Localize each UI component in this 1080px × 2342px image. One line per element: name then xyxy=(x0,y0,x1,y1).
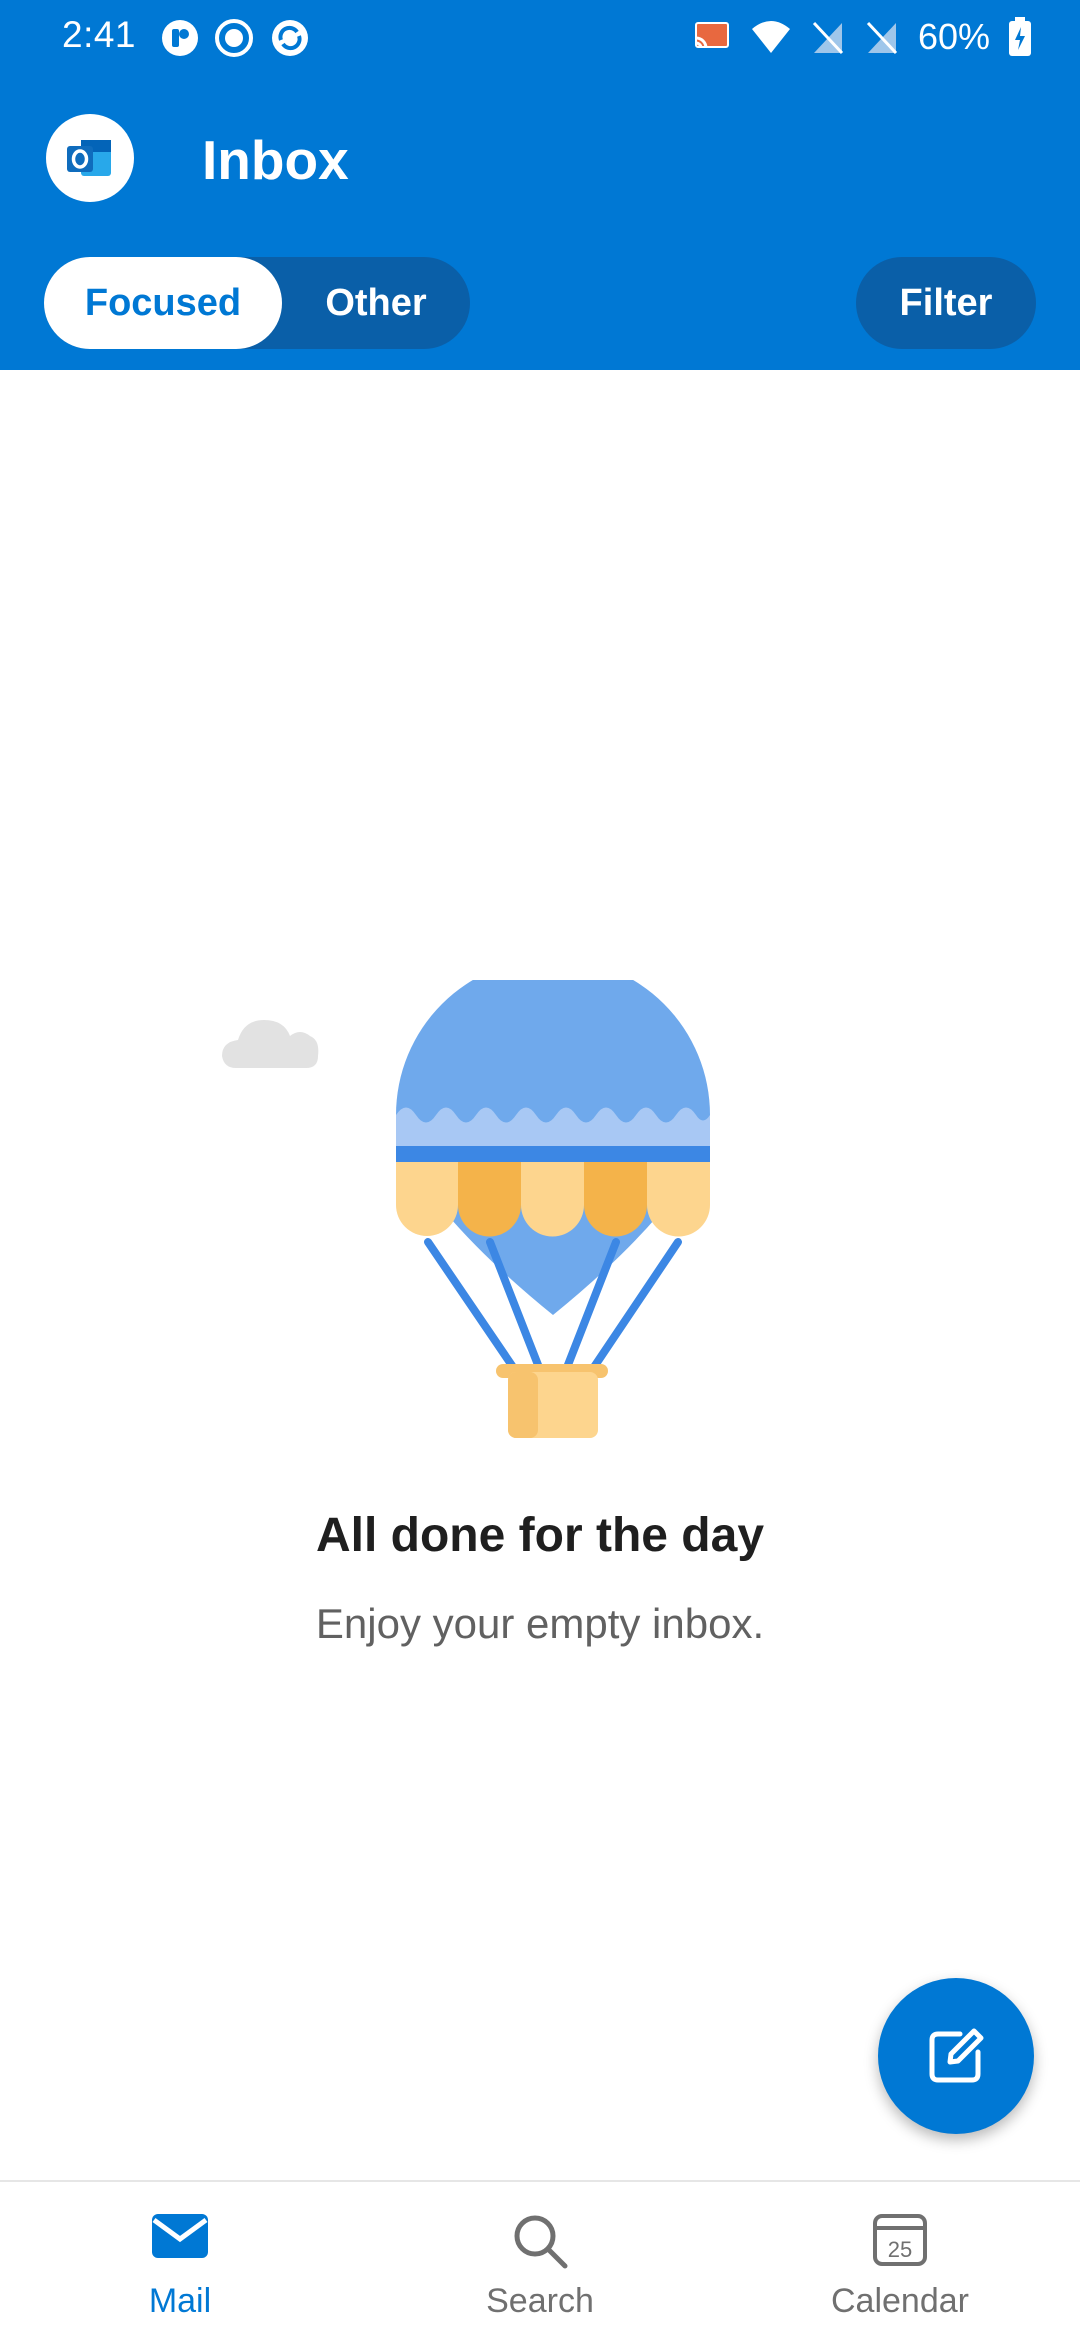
tab-other[interactable]: Other xyxy=(282,257,470,349)
wifi-icon xyxy=(751,21,790,53)
outlook-logo-icon xyxy=(67,140,111,176)
bottom-navigation: Mail Search 25 Calendar xyxy=(0,2180,1080,2342)
cloud-icon xyxy=(222,1020,319,1068)
empty-state-subtitle: Enjoy your empty inbox. xyxy=(315,1600,765,1647)
sync-app-icon xyxy=(272,20,308,56)
nav-item-search[interactable]: Search xyxy=(360,2182,720,2342)
status-system-icons: 60% xyxy=(692,16,1032,58)
battery-charging-icon xyxy=(1009,17,1031,56)
no-sim-icon xyxy=(866,21,898,55)
compose-button[interactable] xyxy=(878,1978,1034,2134)
hot-air-balloon-illustration xyxy=(222,980,710,1438)
calendar-day-number: 25 xyxy=(888,2237,912,2262)
filter-button[interactable]: Filter xyxy=(856,257,1036,349)
status-notification-icons xyxy=(160,18,312,58)
record-icon xyxy=(215,19,253,57)
nav-label-mail: Mail xyxy=(148,2282,212,2320)
mail-icon xyxy=(152,2214,208,2258)
cast-icon xyxy=(694,22,729,49)
calendar-icon: 25 xyxy=(873,2214,927,2266)
nav-item-mail[interactable]: Mail xyxy=(0,2182,360,2342)
balloon-stripes xyxy=(396,1162,710,1237)
notification-app-icon xyxy=(162,20,198,56)
empty-state-title: All done for the day xyxy=(315,1509,765,1562)
account-avatar-button[interactable] xyxy=(46,114,134,202)
battery-percent: 60% xyxy=(917,16,990,57)
search-icon xyxy=(514,2215,568,2269)
inbox-tabs: Focused Other xyxy=(44,257,470,349)
balloon-basket xyxy=(496,1364,608,1438)
compose-icon xyxy=(929,2028,984,2083)
page-title: Inbox xyxy=(202,129,349,191)
tab-focused[interactable]: Focused xyxy=(44,257,282,349)
status-bar: 2:41 60% xyxy=(0,0,1080,80)
nav-item-calendar[interactable]: 25 Calendar xyxy=(720,2182,1080,2342)
nav-label-calendar: Calendar xyxy=(831,2282,969,2320)
app-header: 2:41 60% Inbox Focused Other Filter xyxy=(0,0,1080,370)
no-sim-icon xyxy=(812,21,844,55)
status-time: 2:41 xyxy=(62,14,137,55)
nav-label-search: Search xyxy=(486,2282,594,2320)
